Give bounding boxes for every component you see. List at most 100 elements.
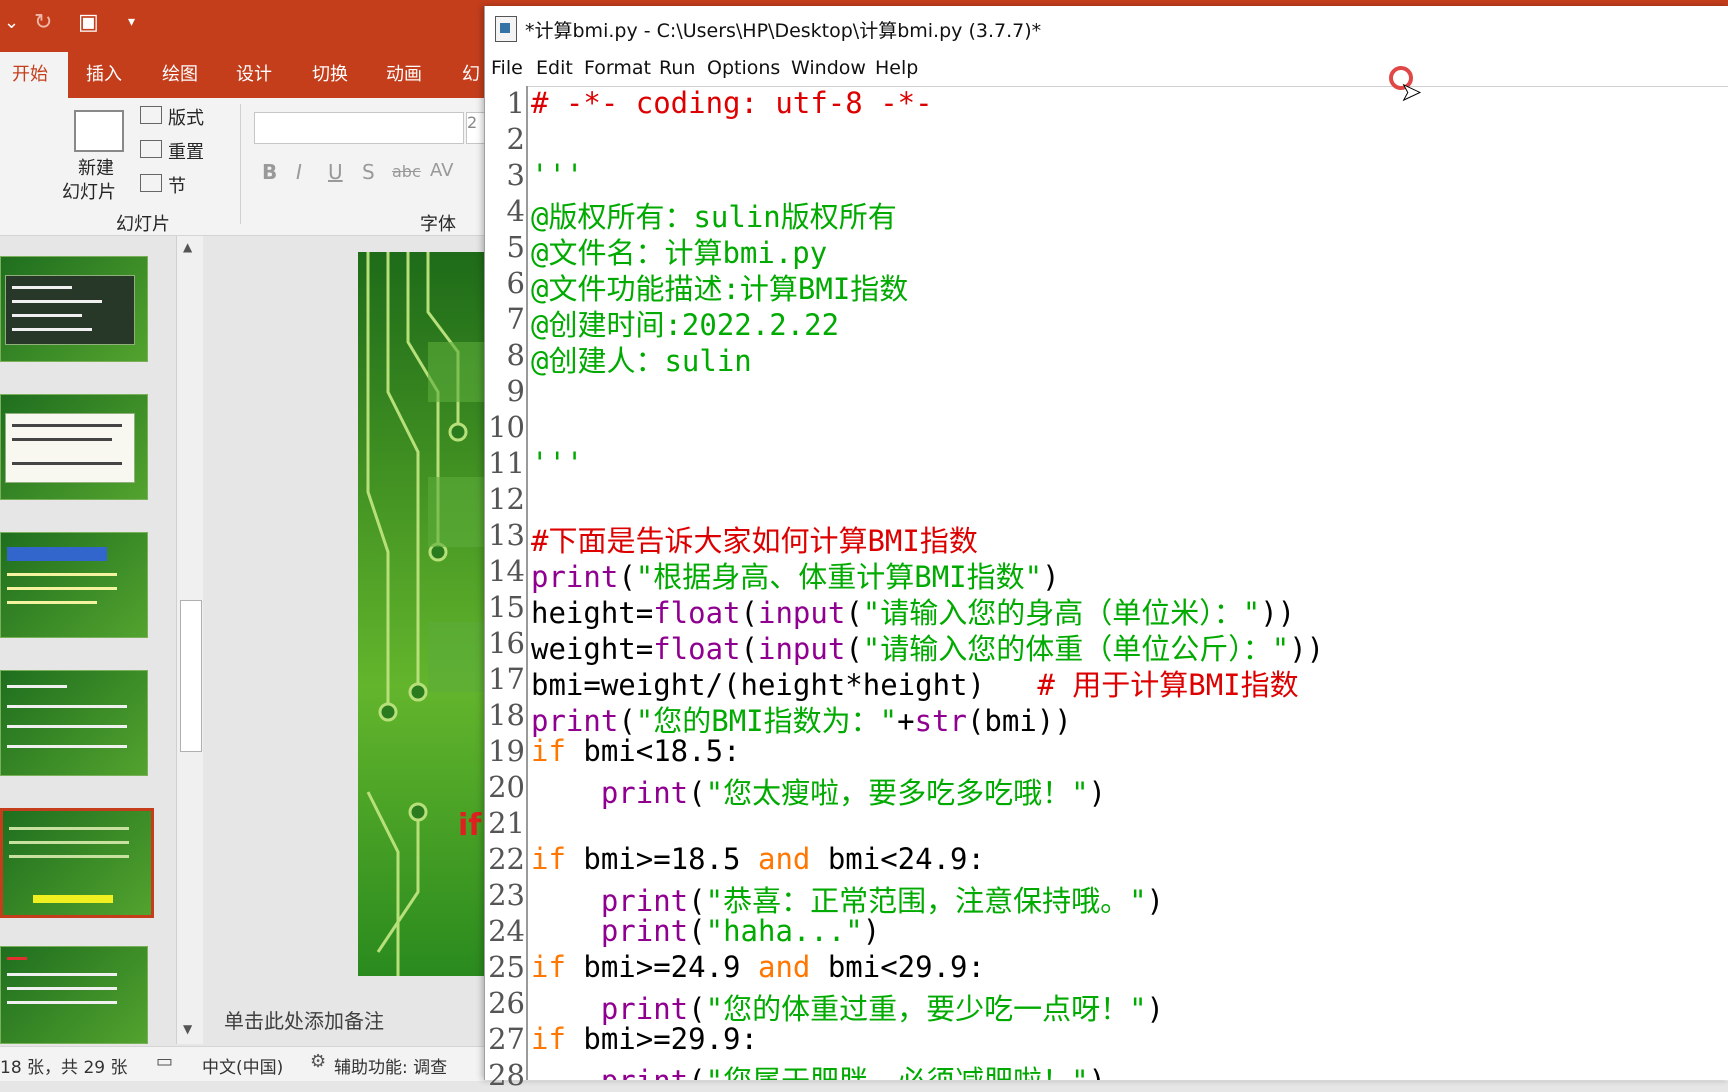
slide-count: 18 张，共 29 张 — [0, 1058, 128, 1078]
code-token-plain: ( — [740, 632, 758, 666]
menu-window[interactable]: Window — [791, 57, 866, 79]
new-slide-icon[interactable] — [74, 110, 124, 152]
underline-icon[interactable]: U — [328, 160, 343, 184]
scroll-thumb[interactable] — [180, 600, 202, 752]
menu-file[interactable]: File — [491, 57, 523, 79]
code-line[interactable]: if bmi>=18.5 and bmi<24.9: — [531, 842, 985, 876]
italic-icon[interactable]: I — [296, 160, 302, 184]
idle-editor-window[interactable]: *计算bmi.py - C:\Users\HP\Desktop\计算bmi.py… — [484, 6, 1728, 1092]
redo-icon[interactable]: ↻ — [34, 10, 52, 35]
code-line[interactable]: if bmi>=24.9 and bmi<29.9: — [531, 950, 985, 984]
thumbnail-scrollbar[interactable]: ▲ ▼ — [176, 236, 203, 1044]
layout-button[interactable]: 版式 — [168, 104, 204, 130]
new-slide-label-1[interactable]: 新建 — [78, 154, 114, 180]
slideshow-icon[interactable]: ▣ — [78, 10, 99, 35]
section-icon[interactable] — [140, 174, 162, 192]
tab-insert[interactable]: 插入 — [86, 60, 122, 86]
slide-thumbnail-selected[interactable] — [0, 808, 154, 918]
font-size-value: 2 — [467, 113, 478, 132]
line-number: 26 — [488, 986, 525, 1020]
code-line[interactable]: if bmi<18.5: — [531, 734, 741, 768]
customize-toolbar-icon[interactable]: ▾ — [128, 14, 135, 30]
tab-draw[interactable]: 绘图 — [162, 60, 198, 86]
code-token-builtin: print — [531, 704, 619, 738]
code-token-builtin: print — [600, 992, 689, 1026]
code-token-string: "haha..." — [705, 914, 863, 948]
code-line[interactable]: print("haha...") — [531, 914, 880, 948]
tab-transitions[interactable]: 切换 — [312, 60, 348, 86]
code-line[interactable]: ''' — [531, 446, 583, 480]
shadow-icon[interactable]: S — [362, 160, 375, 184]
code-token-plain: ) — [1089, 1064, 1106, 1080]
line-number: 3 — [506, 158, 525, 192]
code-token-plain: ) — [1088, 776, 1107, 810]
line-number: 4 — [506, 194, 525, 228]
menu-edit[interactable]: Edit — [536, 57, 573, 79]
new-slide-label-2[interactable]: 幻灯片 — [62, 178, 116, 204]
current-slide[interactable]: if — [358, 252, 498, 976]
line-number: 20 — [488, 770, 525, 804]
char-spacing-icon[interactable]: AV — [430, 160, 453, 181]
reset-button[interactable]: 重置 — [168, 138, 204, 164]
idle-titlebar[interactable]: *计算bmi.py - C:\Users\HP\Desktop\计算bmi.py… — [485, 6, 1728, 52]
code-token-string: "根据身高、体重计算BMI指数" — [635, 560, 1043, 594]
code-token-comment: #下面是告诉大家如何计算BMI指数 — [531, 524, 978, 558]
code-token-plain: ) — [1146, 992, 1165, 1026]
slide-thumbnail[interactable] — [0, 256, 148, 362]
strikethrough-icon[interactable]: abc — [392, 162, 421, 181]
code-token-plain: bmi>=18.5 — [565, 842, 758, 876]
reset-icon[interactable] — [140, 140, 162, 158]
undo-icon[interactable]: ⌄ — [4, 12, 19, 33]
slide-thumbnail[interactable] — [0, 670, 148, 776]
slide-thumbnail[interactable] — [0, 394, 148, 500]
language-status[interactable]: 中文(中国) — [202, 1053, 283, 1078]
code-token-plain: ) — [1146, 884, 1165, 918]
code-line[interactable]: if bmi>=29.9: — [531, 1022, 758, 1056]
code-editor[interactable]: # -*- coding: utf-8 -*- ''' @版权所有：sulin版权所… — [531, 86, 1728, 1080]
code-token-builtin: input — [758, 596, 846, 630]
code-line[interactable]: print("您属于肥胖，必须减肥啦！") — [531, 1058, 1106, 1080]
code-token-plain: ( — [688, 776, 706, 810]
scroll-down-icon[interactable]: ▼ — [183, 1022, 192, 1036]
code-token-string: "您的体重过重，要少吃一点呀！" — [705, 992, 1147, 1026]
accessibility-status[interactable]: 辅助功能: 调查 — [334, 1053, 447, 1078]
bold-icon[interactable]: B — [262, 160, 277, 184]
code-token-comment: # -*- coding: utf-8 -*- — [531, 86, 933, 120]
line-number: 6 — [506, 266, 525, 300]
menu-run[interactable]: Run — [659, 57, 695, 79]
line-number: 8 — [506, 338, 525, 372]
line-number: 10 — [488, 410, 525, 444]
layout-icon[interactable] — [140, 106, 162, 124]
code-token-plain: bmi>=24.9 — [565, 950, 758, 984]
font-name-combo[interactable] — [254, 112, 464, 144]
tab-home[interactable]: 开始 — [12, 60, 48, 86]
code-line[interactable]: # -*- coding: utf-8 -*- — [531, 86, 933, 120]
slide-thumbnail[interactable] — [0, 532, 148, 638]
code-line[interactable]: ''' — [531, 158, 583, 192]
scroll-up-icon[interactable]: ▲ — [183, 240, 192, 254]
group-slides-label: 幻灯片 — [116, 214, 170, 235]
code-line[interactable]: print("您太瘦啦，要多吃多吃哦！") — [531, 770, 1106, 812]
tab-animations[interactable]: 动画 — [386, 60, 422, 86]
notes-placeholder[interactable]: 单击此处添加备注 — [224, 1005, 384, 1034]
slide-thumbnail[interactable] — [0, 946, 148, 1044]
slide-text-fragment: if — [458, 808, 482, 843]
section-button[interactable]: 节 — [168, 172, 186, 198]
code-line[interactable]: @创建人：sulin — [531, 338, 752, 380]
line-number: 14 — [488, 554, 525, 588]
thumbnail-pane[interactable]: ▲ ▼ — [0, 236, 204, 1046]
line-number: 21 — [488, 806, 525, 840]
circuit-pattern — [366, 252, 498, 976]
code-token-builtin: print — [600, 884, 689, 918]
code-token-builtin: input — [758, 632, 846, 666]
code-token-string: "您太瘦啦，要多吃多吃哦！" — [705, 776, 1089, 810]
tab-design[interactable]: 设计 — [236, 60, 272, 86]
tab-slideshow-partial[interactable]: 幻 — [462, 60, 480, 86]
line-number: 5 — [506, 230, 525, 264]
menu-format[interactable]: Format — [584, 57, 651, 79]
notes-view-icon[interactable]: ▭ — [156, 1051, 173, 1072]
menu-help[interactable]: Help — [875, 57, 918, 79]
accessibility-icon[interactable]: ⚙ — [310, 1051, 326, 1072]
menu-options[interactable]: Options — [707, 57, 780, 79]
